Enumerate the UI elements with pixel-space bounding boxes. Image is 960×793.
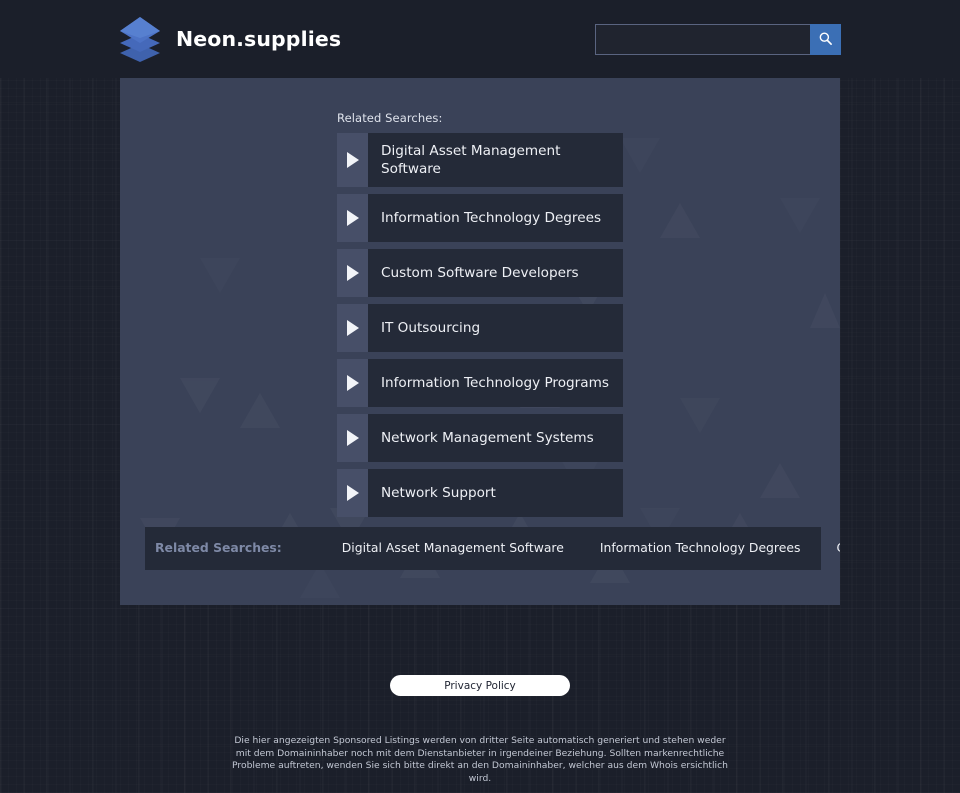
search-bar[interactable] — [595, 24, 841, 55]
search-button[interactable] — [810, 24, 841, 55]
privacy-policy-button[interactable]: Privacy Policy — [390, 675, 570, 696]
related-band-link[interactable]: Custom Software Developers — [836, 540, 840, 555]
list-item[interactable]: IT Outsourcing — [337, 304, 623, 352]
list-item-label: Custom Software Developers — [381, 265, 579, 281]
disclaimer-text: Die hier angezeigten Sponsored Listings … — [232, 735, 728, 784]
list-item-label: Network Support — [381, 485, 496, 501]
site-header: Neon.supplies — [0, 0, 960, 78]
related-band-link[interactable]: Digital Asset Management Software — [342, 540, 564, 555]
related-band-link[interactable]: Information Technology Degrees — [600, 540, 801, 555]
play-triangle-icon — [337, 359, 368, 407]
list-item[interactable]: Information Technology Degrees — [337, 194, 623, 242]
list-item[interactable]: Network Support — [337, 469, 623, 517]
main-panel: Related Searches: Digital Asset Manageme… — [120, 78, 840, 605]
list-item[interactable]: Network Management Systems — [337, 414, 623, 462]
list-item-label: Network Management Systems — [381, 430, 594, 446]
play-triangle-icon — [337, 414, 368, 462]
play-triangle-icon — [337, 249, 368, 297]
play-triangle-icon — [337, 133, 368, 187]
related-searches-band: Related Searches: Digital Asset Managemen… — [145, 527, 840, 570]
list-item[interactable]: Digital Asset Management Software — [337, 133, 623, 187]
list-item-label: Information Technology Degrees — [381, 210, 602, 226]
related-searches-list: Digital Asset Management Software Inform… — [337, 133, 623, 524]
list-item-label: Information Technology Programs — [381, 375, 609, 391]
stacked-layers-icon — [118, 14, 162, 64]
play-triangle-icon — [337, 469, 368, 517]
play-triangle-icon — [337, 304, 368, 352]
related-searches-label: Related Searches: — [337, 111, 443, 125]
brand[interactable]: Neon.supplies — [118, 14, 341, 64]
play-triangle-icon — [337, 194, 368, 242]
search-icon — [818, 31, 833, 49]
brand-name: Neon.supplies — [176, 27, 342, 51]
list-item[interactable]: Custom Software Developers — [337, 249, 623, 297]
related-band-label: Related Searches: — [155, 540, 282, 555]
list-item-label: Digital Asset Management Software — [381, 143, 561, 177]
list-item-label: IT Outsourcing — [381, 320, 481, 336]
list-item[interactable]: Information Technology Programs — [337, 359, 623, 407]
search-input[interactable] — [595, 24, 810, 55]
